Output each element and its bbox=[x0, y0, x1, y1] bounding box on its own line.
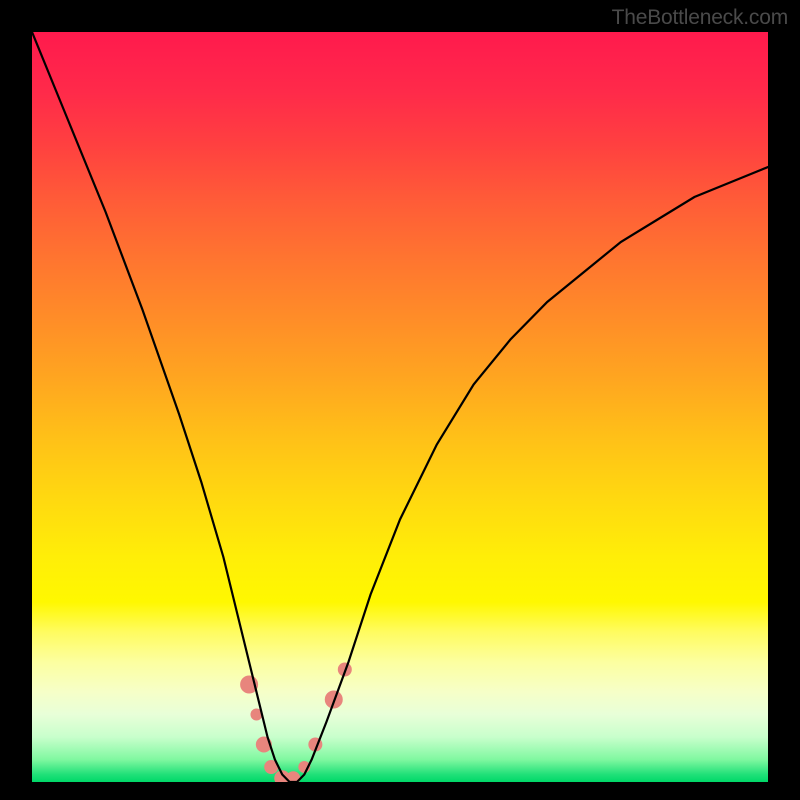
valley-markers bbox=[240, 663, 352, 783]
curve-svg bbox=[32, 32, 768, 782]
chart-frame: TheBottleneck.com bbox=[0, 0, 800, 800]
plot-area bbox=[32, 32, 768, 782]
bottleneck-curve bbox=[32, 32, 768, 782]
watermark-label: TheBottleneck.com bbox=[612, 6, 788, 30]
